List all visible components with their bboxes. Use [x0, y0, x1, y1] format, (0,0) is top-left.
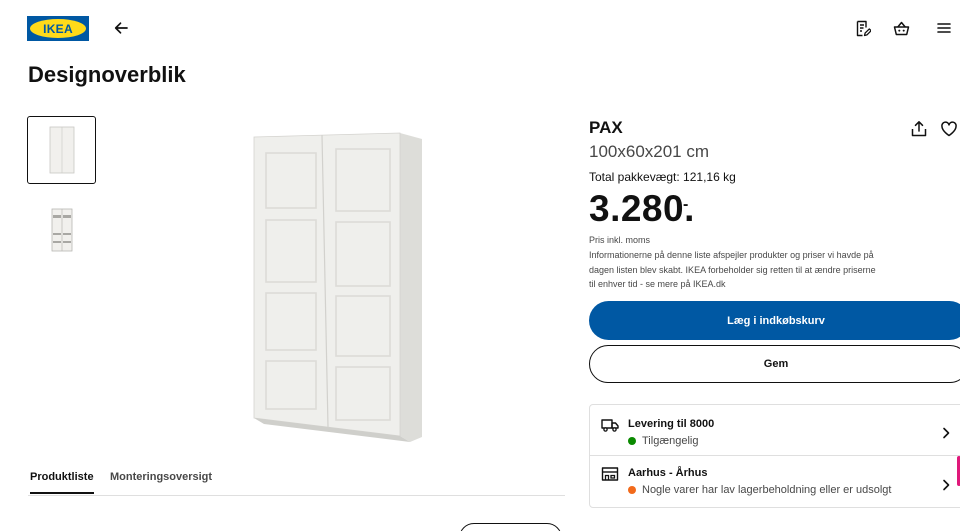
outline-pill-button[interactable]	[459, 523, 562, 531]
availability-box: Levering til 8000 Tilgængelig Aarhus - Å…	[589, 404, 960, 508]
save-button[interactable]: Gem	[589, 345, 960, 383]
wardrobe-interior-thumbnail-image	[51, 208, 72, 252]
back-button[interactable]	[111, 18, 131, 38]
tab-produktliste[interactable]: Produktliste	[30, 471, 94, 494]
shopping-list-button[interactable]	[853, 18, 873, 38]
page-title: Designoverblik	[28, 62, 186, 87]
price-suffix: -	[683, 196, 689, 213]
shopping-basket-icon	[893, 21, 909, 35]
delivery-title: Levering til 8000	[628, 418, 715, 430]
ikea-logo[interactable]: IKEA	[27, 16, 89, 41]
heart-icon	[941, 121, 957, 137]
thumbnail-interior-view[interactable]	[27, 196, 96, 264]
product-dimensions: 100x60x201 cm	[589, 142, 710, 161]
store-availability-row[interactable]: Aarhus - Århus Nogle varer har lav lager…	[590, 457, 960, 508]
hamburger-menu-icon	[937, 23, 951, 33]
product-name: PAX	[589, 118, 623, 137]
share-icon	[911, 121, 927, 137]
shopping-list-icon	[856, 20, 871, 36]
add-to-cart-button[interactable]: Læg i indkøbskurv	[589, 301, 960, 340]
available-status-dot	[628, 437, 636, 445]
wardrobe-product-image	[253, 132, 422, 442]
logo-oval: IKEA	[30, 19, 86, 38]
low-stock-status-dot	[628, 486, 636, 494]
shopping-basket-button[interactable]	[891, 18, 911, 38]
arrow-left-icon	[114, 22, 128, 34]
product-price: 3.280.	[589, 188, 695, 229]
header: IKEA	[0, 0, 960, 58]
tab-monteringsoversigt[interactable]: Monteringsoversigt	[110, 471, 212, 492]
vat-note: Pris inkl. moms	[589, 235, 651, 245]
store-status-text: Nogle varer har lav lagerbeholdning elle…	[642, 484, 892, 496]
chevron-right-icon	[943, 479, 950, 491]
delivery-status: Tilgængelig	[628, 435, 698, 447]
design-tabs: Produktliste Monteringsoversigt	[28, 462, 565, 496]
delivery-status-text: Tilgængelig	[642, 435, 699, 447]
price-disclaimer: Informationerne på denne liste afspejler…	[589, 250, 876, 289]
delivery-availability-row[interactable]: Levering til 8000 Tilgængelig	[590, 405, 960, 456]
store-status: Nogle varer har lav lagerbeholdning elle…	[628, 484, 891, 496]
favourite-button[interactable]	[940, 120, 960, 140]
store-icon	[601, 467, 619, 481]
delivery-truck-icon	[601, 419, 619, 432]
logo-text: IKEA	[43, 21, 73, 36]
menu-button[interactable]	[934, 18, 954, 38]
chevron-right-icon	[943, 427, 950, 439]
total-package-weight: Total pakkevægt: 121,16 kg	[589, 170, 736, 184]
wardrobe-thumbnail-image	[49, 126, 74, 174]
thumbnail-front-view[interactable]	[27, 116, 96, 184]
store-title: Aarhus - Århus	[628, 467, 708, 479]
share-button[interactable]	[910, 120, 930, 140]
